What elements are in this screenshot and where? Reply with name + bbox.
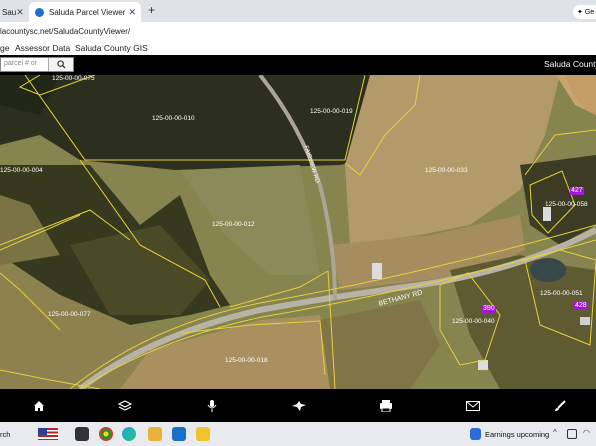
menu-item-page[interactable]: ge xyxy=(0,43,9,53)
address-badge: 390 xyxy=(482,305,496,313)
parcel-label[interactable]: 125-00-00-019 xyxy=(310,108,353,115)
file-explorer-icon[interactable] xyxy=(148,427,162,441)
chrome-icon[interactable] xyxy=(99,427,113,441)
browser-tab-active[interactable]: Saluda Parcel Viewer ✕ xyxy=(29,2,141,22)
url-text[interactable]: lacountysc.net/SaludaCountyViewer/ xyxy=(0,27,130,36)
stock-chart-icon[interactable] xyxy=(470,428,481,440)
new-tab-button[interactable]: + xyxy=(148,3,155,17)
address-badge: 427 xyxy=(570,187,584,195)
brush-icon[interactable] xyxy=(551,397,569,415)
edge-icon[interactable] xyxy=(122,427,136,441)
parcel-label[interactable]: 125-00-00-058 xyxy=(545,201,588,208)
parcel-label[interactable]: 125-00-00-040 xyxy=(452,318,495,325)
sticky-notes-icon[interactable] xyxy=(196,427,210,441)
menu-item-saluda-county-gis[interactable]: Saluda County GIS xyxy=(75,43,148,53)
task-view-icon[interactable] xyxy=(75,427,89,441)
chevron-up-icon[interactable]: ^ xyxy=(553,428,557,437)
microphone-icon[interactable] xyxy=(203,397,221,415)
os-taskbar: rch Earnings upcoming ^ ◠ xyxy=(0,422,596,446)
home-icon[interactable] xyxy=(30,397,48,415)
parcel-label[interactable]: 125-00-00-051 xyxy=(540,290,583,297)
wifi-icon[interactable]: ◠ xyxy=(583,428,590,437)
search-placeholder: parcel # or xyxy=(4,60,38,67)
app-title: Saluda County xyxy=(544,59,596,69)
app-header: parcel # or Saluda County xyxy=(0,55,596,75)
print-icon[interactable] xyxy=(377,397,395,415)
address-bar[interactable]: lacountysc.net/SaludaCountyViewer/ xyxy=(0,22,596,43)
browser-tab-strip: Sau ✕ Saluda Parcel Viewer ✕ + ✦ Ge xyxy=(0,0,596,22)
map-toolbar xyxy=(0,389,596,422)
parcel-label[interactable]: 125-00-00-077 xyxy=(48,311,91,318)
taskbar-search-text[interactable]: rch xyxy=(0,430,10,439)
gemini-label: Ge xyxy=(584,8,595,16)
search-button[interactable] xyxy=(48,58,73,71)
close-tab-icon[interactable]: ✕ xyxy=(16,7,24,18)
close-tab-icon[interactable]: ✕ xyxy=(128,7,136,18)
parcel-label[interactable]: 125-00-00-075 xyxy=(52,75,95,82)
flag-icon[interactable] xyxy=(38,428,58,440)
globe-icon xyxy=(35,7,44,17)
address-badge: 428 xyxy=(574,302,588,310)
tab-label: Sau xyxy=(2,7,17,17)
app-menu-bar: ge Assessor Data Saluda County GIS xyxy=(0,42,596,55)
keyboard-icon[interactable] xyxy=(567,429,577,439)
notification-text[interactable]: Earnings upcoming xyxy=(485,430,549,439)
menu-item-assessor-data[interactable]: Assessor Data xyxy=(15,43,70,53)
gemini-button[interactable]: ✦ Ge xyxy=(573,5,596,19)
parcel-label[interactable]: 125-00-00-004 xyxy=(0,167,43,174)
aerial-imagery xyxy=(0,75,596,389)
parcel-label[interactable]: 125-00-00-033 xyxy=(425,167,468,174)
layers-icon[interactable] xyxy=(116,397,134,415)
tab-label: Saluda Parcel Viewer xyxy=(49,7,126,17)
search-icon xyxy=(56,60,66,69)
parcel-label[interactable]: 125-00-00-018 xyxy=(225,357,268,364)
browser-tab-previous[interactable]: Sau ✕ xyxy=(0,2,28,22)
parcel-map[interactable]: 125-00-00-075 125-00-00-010 125-00-00-01… xyxy=(0,75,596,389)
parcel-label[interactable]: 125-00-00-010 xyxy=(152,115,195,122)
mail-icon[interactable] xyxy=(464,397,482,415)
bird-icon[interactable] xyxy=(290,397,308,415)
outlook-icon[interactable] xyxy=(172,427,186,441)
parcel-label[interactable]: 125-00-00-012 xyxy=(212,221,255,228)
